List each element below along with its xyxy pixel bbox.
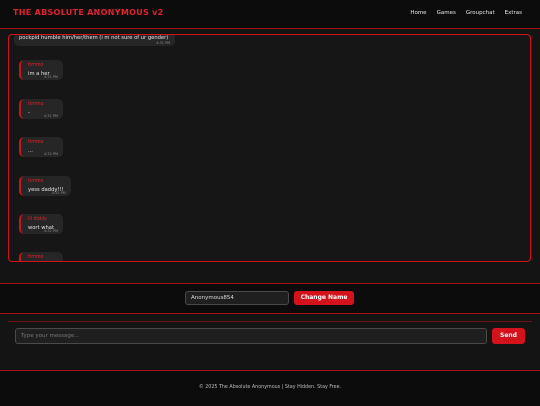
chat-message: timmo - 4:31 PM <box>19 99 63 119</box>
chat-message: pockpid humble him/her/them (i m not sur… <box>14 35 176 46</box>
send-button[interactable]: Send <box>492 328 525 344</box>
footer-text: © 2025 The Absolute Anonymous | Stay Hid… <box>198 385 342 390</box>
message-time: 4:31 PM <box>43 114 58 118</box>
message-author: timmo <box>28 63 44 68</box>
message-time: 4:32 PM <box>43 229 58 233</box>
chat-message: timmo yess daddy!!! 4:32 PM <box>19 176 71 196</box>
message-composer: Type your message... Send <box>8 321 532 348</box>
nav-extras-link[interactable]: Extras <box>505 10 522 16</box>
main-nav: Home Games Groupchat Extras <box>410 10 522 16</box>
name-bar: Anonymous854 Change Name <box>0 283 540 314</box>
message-time: 4:32 PM <box>43 152 58 156</box>
site-footer: © 2025 The Absolute Anonymous | Stay Hid… <box>0 370 540 406</box>
message-time: 4:31 PM <box>156 41 171 45</box>
nav-games-link[interactable]: Games <box>437 10 456 16</box>
message-time: 4:31 PM <box>43 75 58 79</box>
message-time: 4:32 PM <box>51 191 66 195</box>
site-title[interactable]: THE ABSOLUTE ANONYMOUS v2 <box>13 8 164 17</box>
message-author: lil diddy <box>28 217 47 222</box>
message-text: pockpid humble him/her/them (i m not sur… <box>19 35 169 41</box>
nav-groupchat-link[interactable]: Groupchat <box>466 10 495 16</box>
site-header: THE ABSOLUTE ANONYMOUS v2 Home Games Gro… <box>0 0 540 29</box>
nav-home-link[interactable]: Home <box>410 10 426 16</box>
change-name-button[interactable]: Change Name <box>294 291 354 305</box>
chat-message: lil diddy wort what 4:32 PM <box>19 214 63 234</box>
username-input[interactable]: Anonymous854 <box>185 291 289 305</box>
message-author: timmo <box>28 179 44 184</box>
chat-message: timmo <box>19 252 63 261</box>
message-author: timmo <box>28 102 44 107</box>
chat-message: timmo ... 4:32 PM <box>19 137 63 157</box>
chat-messages-panel[interactable]: pockpid humble him/her/them (i m not sur… <box>8 34 531 262</box>
message-author: timmo <box>28 255 44 260</box>
message-input[interactable]: Type your message... <box>15 328 487 344</box>
message-author: timmo <box>28 140 44 145</box>
chat-message: timmo im a her 4:31 PM <box>19 60 63 80</box>
